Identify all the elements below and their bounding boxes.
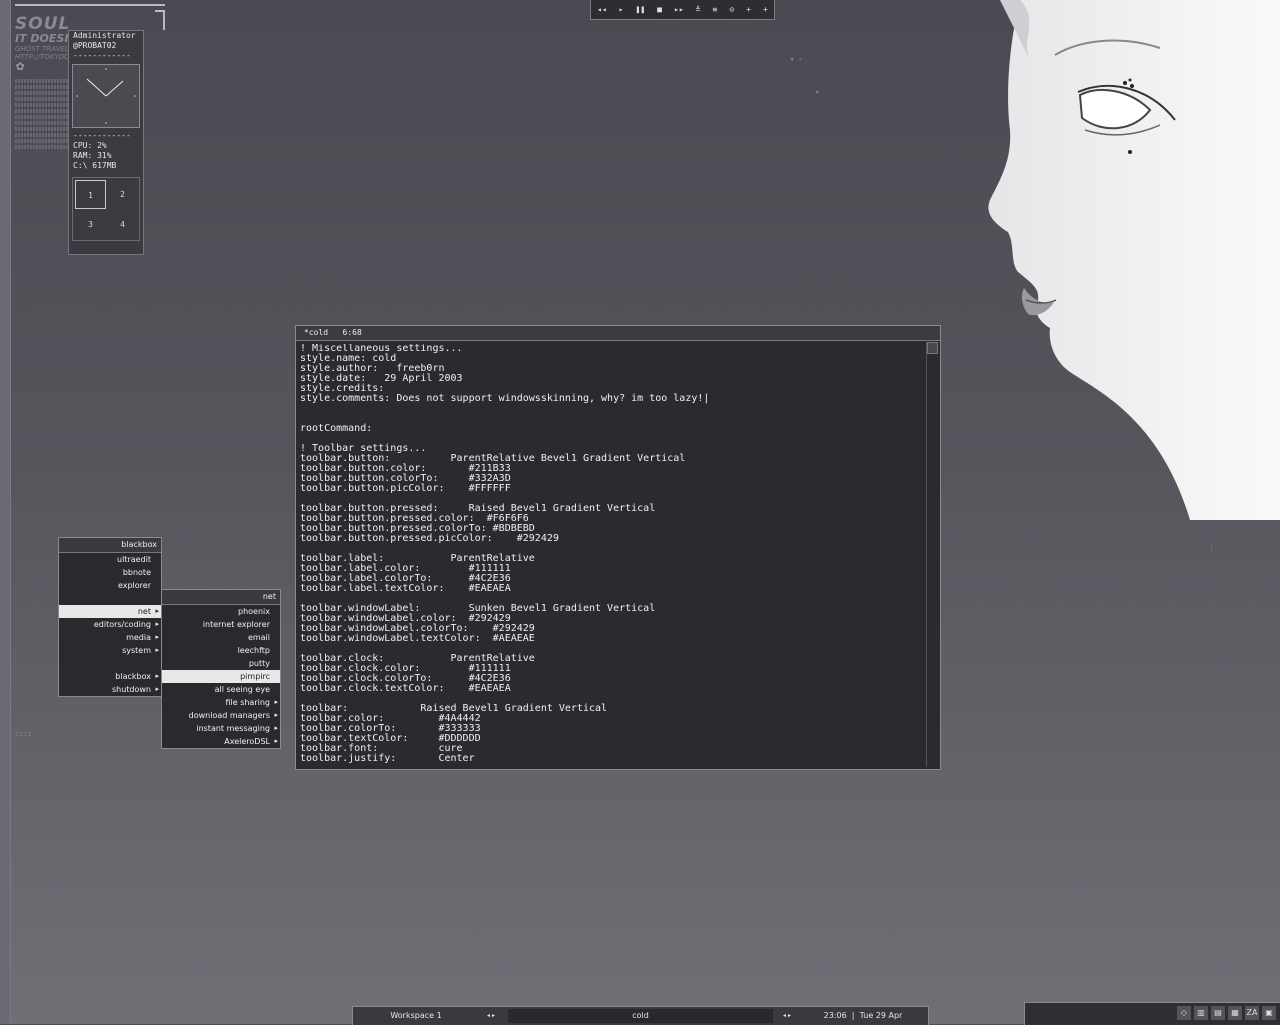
terminal-line: toolbar.button.picColor: #FFFFFF <box>300 483 511 494</box>
terminal-line: style.date: 29 April 2003 <box>300 373 463 384</box>
star-decor-icon-2: ✦ <box>815 88 820 96</box>
menu-item-bbnote[interactable]: bbnote <box>59 566 161 579</box>
star-decor-icon: ✦ ✧ <box>790 55 803 63</box>
menu-item-axelerodsl[interactable]: AxeleroDSL <box>162 735 280 748</box>
menu-item-net[interactable]: net <box>59 605 161 618</box>
menu-item-phoenix[interactable]: phoenix <box>162 605 280 618</box>
menu-item-all-seeing-eye[interactable]: all seeing eye <box>162 683 280 696</box>
workspace-3[interactable]: 3 <box>75 210 106 239</box>
menu-item-email[interactable]: email <box>162 631 280 644</box>
workspace-arrows-icon[interactable]: ◂ ▸ <box>481 1007 501 1025</box>
decor-line <box>15 4 165 6</box>
workspace-pager: 1 2 3 4 <box>72 177 140 241</box>
terminal-line: rootCommand: <box>300 423 373 434</box>
sysmon-user: Administrator <box>73 31 136 40</box>
net-submenu: net phoenix internet explorer email leechft… <box>161 589 281 749</box>
menu-item-file-sharing[interactable]: file sharing <box>162 696 280 709</box>
menu-item-leechftp[interactable]: leechftp <box>162 644 280 657</box>
toolbar-window-label[interactable]: cold <box>508 1009 773 1023</box>
menu-item-explorer[interactable]: explorer <box>59 579 161 592</box>
wallpaper-face-illustration <box>988 0 1280 520</box>
tray-app-icon-1[interactable]: ▥ <box>1194 1006 1208 1020</box>
playlist-icon[interactable]: ≡ <box>713 5 718 14</box>
workspace-2[interactable]: 2 <box>107 180 138 209</box>
tray-network-icon[interactable]: ◇ <box>1177 1006 1191 1020</box>
clock-time: 23:06 <box>823 1011 847 1020</box>
system-monitor-panel: Administrator @PROBAT02 ------------ ---… <box>68 30 144 255</box>
menu-item-putty[interactable]: putty <box>162 657 280 670</box>
tray-app-icon-4[interactable]: ▣ <box>1262 1006 1276 1020</box>
menu-separator <box>59 592 161 605</box>
menu-item-ultraedit[interactable]: ultraedit <box>59 553 161 566</box>
workspace-1[interactable]: 1 <box>75 180 106 209</box>
system-tray: ◇ ▥ ▤ ▦ ZA ▣ <box>1024 1002 1280 1025</box>
play-icon[interactable]: ▸ <box>619 5 624 14</box>
flower-icon: ✿ <box>16 58 25 74</box>
terminal-scrollbar[interactable] <box>926 342 939 767</box>
pause-icon[interactable]: ❚❚ <box>636 5 646 14</box>
tray-app-icon-2[interactable]: ▤ <box>1211 1006 1225 1020</box>
menu-item-editors-coding[interactable]: editors/coding <box>59 618 161 631</box>
terminal-line: toolbar.justify: Center <box>300 753 475 764</box>
clock-date: Tue 29 Apr <box>859 1011 903 1020</box>
menu-item-blackbox[interactable]: blackbox <box>59 670 161 683</box>
menu-item-download-managers[interactable]: download managers <box>162 709 280 722</box>
volume-down-icon[interactable]: + <box>763 5 768 14</box>
analog-clock <box>72 64 140 128</box>
sysmon-divider: ------------ <box>73 51 131 60</box>
settings-icon[interactable]: ⊙ <box>729 5 734 14</box>
blackbox-toolbar: Workspace 1 ◂ ▸ cold ◂ ▸ 23:06 | Tue 29 … <box>352 1006 929 1025</box>
terminal-window[interactable]: *cold 6:68 ! Miscellaneous settings... st… <box>295 325 941 770</box>
terminal-line: toolbar.clock.textColor: #EAEAEA <box>300 683 511 694</box>
workspace-4[interactable]: 4 <box>107 210 138 239</box>
rewind-icon[interactable]: ◂◂ <box>597 5 607 14</box>
left-edge-strip <box>0 0 11 1024</box>
sysmon-cpu: CPU: 2% <box>73 141 107 150</box>
toolbar-workspace-label[interactable]: Workspace 1 <box>356 1007 476 1025</box>
clock-face-icon <box>76 68 136 124</box>
menu-separator <box>59 657 161 670</box>
sysmon-ram: RAM: 31% <box>73 151 112 160</box>
submenu-title: net <box>162 590 280 605</box>
menu-item-instant-messaging[interactable]: instant messaging <box>162 722 280 735</box>
menu-item-system[interactable]: system <box>59 644 161 657</box>
forward-icon[interactable]: ▸▸ <box>674 5 684 14</box>
scrollbar-thumb[interactable] <box>927 342 938 354</box>
terminal-line: toolbar.button.pressed.picColor: #292429 <box>300 533 559 544</box>
toolbar-clock: 23:06 | Tue 29 Apr <box>823 1011 903 1020</box>
terminal-text[interactable]: ! Miscellaneous settings... style.name: c… <box>300 344 924 767</box>
tray-zonealarm-icon[interactable]: ZA <box>1245 1006 1259 1020</box>
menu-item-internet-explorer[interactable]: internet explorer <box>162 618 280 631</box>
media-control-bar: ◂◂ ▸ ❚❚ ■ ▸▸ ≚ ≡ ⊙ + + <box>590 0 775 20</box>
menu-item-media[interactable]: media <box>59 631 161 644</box>
sysmon-host: @PROBAT02 <box>73 41 117 50</box>
stop-icon[interactable]: ■ <box>657 5 662 14</box>
window-arrows-icon[interactable]: ◂ ▸ <box>777 1007 797 1025</box>
menu-item-shutdown[interactable]: shutdown <box>59 683 161 696</box>
sysmon-divider-2: ------------ <box>73 131 131 140</box>
menu-title: blackbox <box>59 538 161 553</box>
terminal-line: toolbar.windowLabel.textColor: #AEAEAE <box>300 633 535 644</box>
dots-decor-icon: :::: <box>15 730 32 738</box>
terminal-line: style.comments: Does not support windows… <box>300 393 710 404</box>
blackbox-root-menu: blackbox ultraeditbbnoteexplorer netedito… <box>58 537 162 697</box>
side-decor-icon: ⋮ <box>1208 545 1215 553</box>
menu-item-pimpirc[interactable]: pimpirc <box>162 670 280 683</box>
eject-icon[interactable]: ≚ <box>696 5 701 14</box>
sysmon-disk: C:\ 617MB <box>73 161 117 170</box>
volume-up-icon[interactable]: + <box>746 5 751 14</box>
terminal-line: toolbar.label.textColor: #EAEAEA <box>300 583 511 594</box>
tray-app-icon-3[interactable]: ▦ <box>1228 1006 1242 1020</box>
terminal-titlebar[interactable]: *cold 6:68 <box>296 326 940 341</box>
